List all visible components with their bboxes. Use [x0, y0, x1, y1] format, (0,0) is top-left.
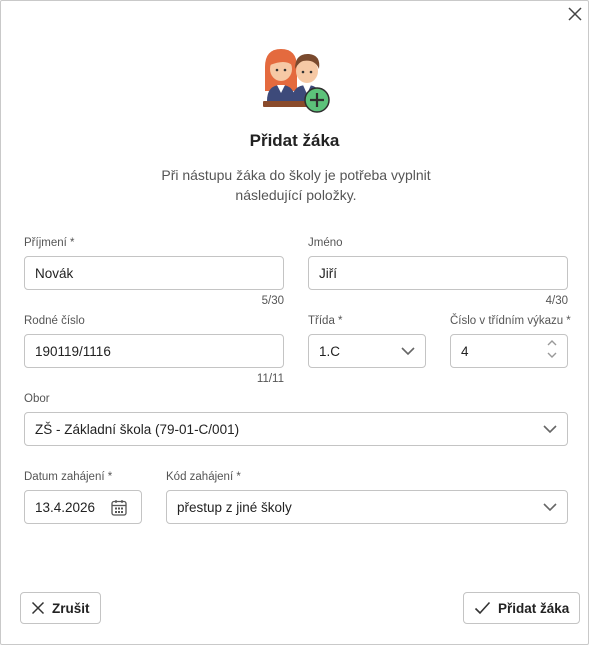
close-button[interactable]	[566, 5, 584, 23]
birth-number-input[interactable]: 190119/1116	[24, 334, 284, 368]
name-counter: 4/30	[545, 295, 568, 307]
field-of-study-value: ZŠ - Základní škola (79-01-C/001)	[35, 421, 240, 437]
class-label: Třída *	[308, 315, 343, 327]
calendar-icon[interactable]	[111, 499, 127, 516]
start-date-input[interactable]: 13.4.2026	[24, 490, 142, 524]
dialog-subtitle: Při nástupu žáka do školy je potřeba vyp…	[161, 167, 431, 203]
field-of-study-select[interactable]: ZŠ - Základní škola (79-01-C/001)	[24, 412, 568, 446]
students-illustration	[1, 45, 588, 120]
add-student-dialog: Přidat žáka Při nástupu žáka do školy je…	[0, 0, 589, 645]
cancel-button-label: Zrušit	[52, 600, 90, 616]
chevron-down-icon	[543, 425, 557, 434]
surname-label: Příjmení *	[24, 237, 75, 249]
plus-circle-icon	[303, 87, 330, 113]
field-of-study-label: Obor	[24, 393, 50, 405]
chevron-down-icon	[543, 503, 557, 512]
spin-up-icon[interactable]	[547, 339, 557, 346]
birth-number-counter: 11/11	[256, 373, 284, 385]
start-code-value: přestup z jiné školy	[177, 499, 292, 515]
register-number-label: Číslo v třídním výkazu *	[450, 315, 571, 327]
add-student-button[interactable]: Přidat žáka	[463, 592, 581, 624]
surname-counter: 5/30	[261, 295, 284, 307]
spin-down-icon[interactable]	[547, 352, 557, 359]
name-label: Jméno	[308, 237, 343, 249]
class-value: 1.C	[319, 343, 341, 359]
start-date-value: 13.4.2026	[35, 499, 96, 515]
check-icon	[474, 601, 491, 615]
close-icon	[568, 7, 582, 21]
birth-number-label: Rodné číslo	[24, 315, 85, 327]
surname-input[interactable]: Novák	[24, 256, 284, 290]
surname-value: Novák	[35, 265, 74, 281]
chevron-down-icon	[401, 347, 415, 356]
start-code-select[interactable]: přestup z jiné školy	[166, 490, 568, 524]
dialog-title: Přidat žáka	[249, 131, 340, 150]
class-select[interactable]: 1.C	[308, 334, 426, 368]
start-code-label: Kód zahájení *	[166, 471, 241, 483]
students-icon	[262, 49, 330, 113]
birth-number-value: 190119/1116	[35, 343, 111, 359]
cancel-button[interactable]: Zrušit	[20, 592, 101, 624]
name-value: Jiří	[319, 265, 337, 281]
register-number-value: 4	[461, 343, 469, 359]
name-input[interactable]: Jiří	[308, 256, 568, 290]
x-icon	[31, 601, 45, 615]
add-student-button-label: Přidat žáka	[498, 600, 570, 616]
register-number-input[interactable]: 4	[450, 334, 568, 368]
start-date-label: Datum zahájení *	[24, 471, 113, 483]
